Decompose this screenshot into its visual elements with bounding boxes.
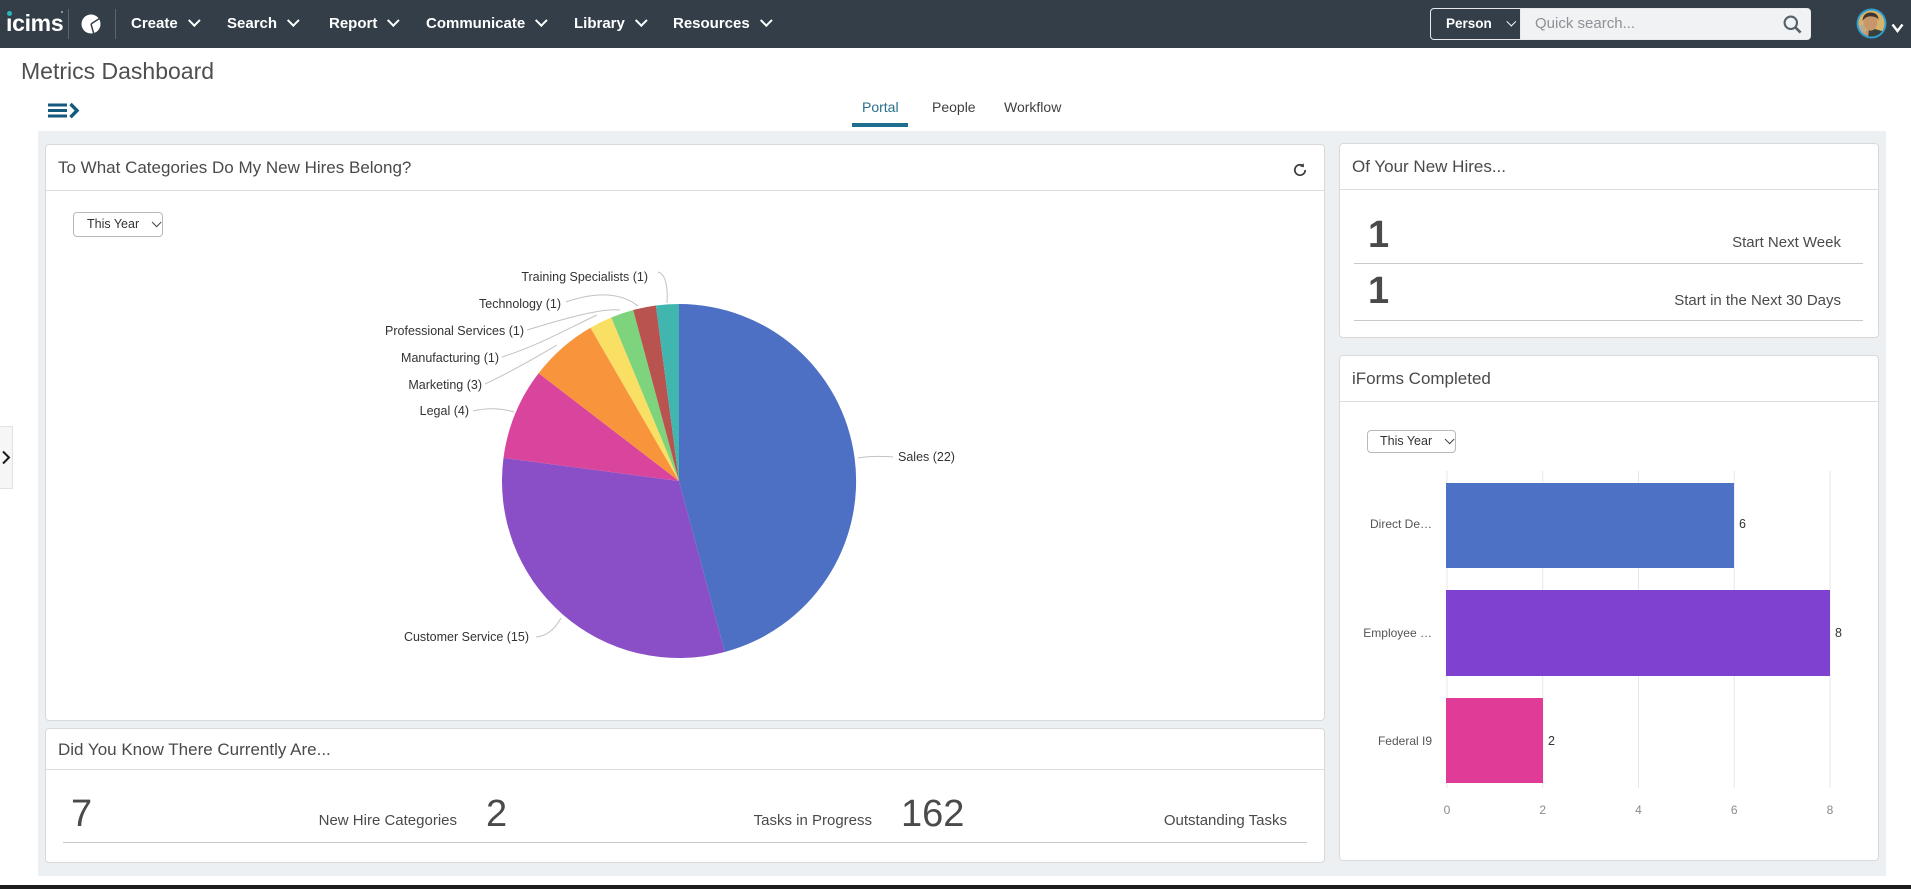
svg-text:Professional Services (1): Professional Services (1) bbox=[385, 324, 524, 338]
svg-text:Technology (1): Technology (1) bbox=[479, 297, 561, 311]
svg-text:Federal I9: Federal I9 bbox=[1378, 734, 1432, 748]
svg-text:Direct De…: Direct De… bbox=[1370, 517, 1432, 531]
svg-text:0: 0 bbox=[1444, 803, 1451, 817]
svg-text:Manufacturing (1): Manufacturing (1) bbox=[401, 351, 499, 365]
svg-text:6: 6 bbox=[1739, 517, 1746, 531]
svg-text:8: 8 bbox=[1835, 626, 1842, 640]
svg-text:Marketing (3): Marketing (3) bbox=[408, 378, 482, 392]
svg-text:Customer Service (15): Customer Service (15) bbox=[404, 630, 529, 644]
svg-text:2: 2 bbox=[1548, 734, 1555, 748]
svg-text:Sales (22): Sales (22) bbox=[898, 450, 955, 464]
svg-text:Training Specialists (1): Training Specialists (1) bbox=[521, 270, 648, 284]
svg-text:4: 4 bbox=[1635, 803, 1642, 817]
svg-text:6: 6 bbox=[1731, 803, 1738, 817]
svg-text:Employee …: Employee … bbox=[1363, 626, 1432, 640]
svg-text:Legal (4): Legal (4) bbox=[420, 404, 469, 418]
svg-text:2: 2 bbox=[1539, 803, 1546, 817]
svg-text:8: 8 bbox=[1827, 803, 1834, 817]
